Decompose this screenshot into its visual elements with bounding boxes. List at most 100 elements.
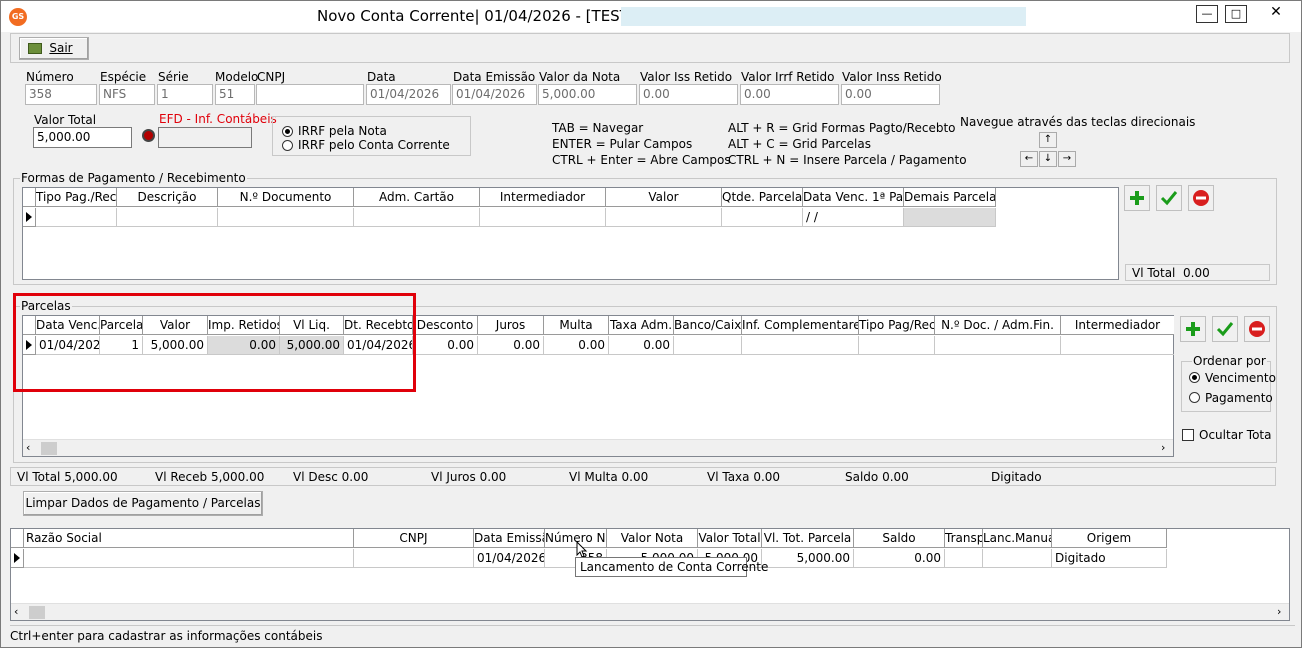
- formas-cell[interactable]: [722, 208, 803, 227]
- scroll-right-icon[interactable]: ›: [1277, 605, 1281, 618]
- data-emissao-field[interactable]: 01/04/2026: [452, 84, 537, 105]
- formas-cell[interactable]: [218, 208, 354, 227]
- arrow-down-icon[interactable]: ↓: [1039, 151, 1057, 167]
- arrow-up-icon[interactable]: ↑: [1039, 132, 1057, 148]
- formas-col-valor[interactable]: Valor: [606, 188, 722, 207]
- cnpj-field[interactable]: [256, 84, 364, 105]
- valor-iss-label: Valor Iss Retido: [640, 70, 733, 84]
- valor-inss-field[interactable]: 0.00: [841, 84, 940, 105]
- formas-col-data-venc[interactable]: Data Venc. 1ª Parc.: [803, 188, 904, 207]
- modelo-field[interactable]: 51: [215, 84, 255, 105]
- parcelas-col-banco-caixa[interactable]: Banco/Caixa: [674, 316, 742, 335]
- formas-add-button[interactable]: [1124, 185, 1150, 211]
- parcelas-remove-button[interactable]: [1244, 316, 1270, 342]
- formas-cell[interactable]: [480, 208, 606, 227]
- valor-total-field[interactable]: 5,000.00: [33, 127, 132, 148]
- formas-grid[interactable]: Tipo Pag./Rec. Descrição N.º Documento A…: [22, 187, 1119, 280]
- nav-keys-title: Navegue através das teclas direcionais: [960, 115, 1196, 129]
- valor-total-label: Valor Total: [34, 113, 97, 127]
- nf-cell-transp[interactable]: [945, 549, 983, 568]
- formas-confirm-button[interactable]: [1156, 185, 1182, 211]
- formas-cell-date[interactable]: / /: [803, 208, 904, 227]
- nf-cell-razao[interactable]: [24, 549, 354, 568]
- ordenar-vencimento-radio[interactable]: [1189, 372, 1200, 383]
- efd-target-icon[interactable]: [142, 129, 155, 142]
- numero-field[interactable]: 358: [25, 84, 97, 105]
- parcelas-cell-intermediador[interactable]: [1061, 336, 1174, 355]
- nf-col-saldo[interactable]: Saldo: [854, 529, 945, 548]
- formas-cell[interactable]: [117, 208, 218, 227]
- parcelas-cell-desconto[interactable]: 0.00: [413, 336, 478, 355]
- maximize-button[interactable]: □: [1225, 5, 1247, 23]
- scroll-left-icon[interactable]: ‹: [14, 605, 18, 618]
- nf-col-valor-total[interactable]: Valor Total: [698, 529, 762, 548]
- nf-col-vl-tot-parcela[interactable]: Vl. Tot. Parcela: [762, 529, 854, 548]
- formas-cell[interactable]: [36, 208, 117, 227]
- nf-cell-vl-tot-parcela[interactable]: 5,000.00: [762, 549, 854, 568]
- parcelas-cell-multa[interactable]: 0.00: [544, 336, 609, 355]
- nf-col-data-emissao[interactable]: Data Emissão: [474, 529, 545, 548]
- parcelas-cell-taxa-adm[interactable]: 0.00: [609, 336, 674, 355]
- parcelas-cell-juros[interactable]: 0.00: [478, 336, 544, 355]
- arrow-left-icon[interactable]: ←: [1020, 151, 1038, 167]
- formas-col-qtde[interactable]: Qtde. Parcelas: [722, 188, 803, 207]
- irrf-nota-radio[interactable]: [282, 126, 293, 137]
- formas-col-demais[interactable]: Demais Parcelas: [904, 188, 996, 207]
- nf-col-razao[interactable]: Razão Social: [24, 529, 354, 548]
- parcelas-col-taxa-adm[interactable]: Taxa Adm.: [609, 316, 674, 335]
- especie-field[interactable]: NFS: [99, 84, 155, 105]
- parcelas-col-tipo-pag[interactable]: Tipo Pag/Rec: [859, 316, 935, 335]
- nf-cell-origem[interactable]: Digitado: [1052, 549, 1167, 568]
- formas-col-intermediador[interactable]: Intermediador: [480, 188, 606, 207]
- parcelas-col-intermediador[interactable]: Intermediador: [1061, 316, 1174, 335]
- nf-col-cnpj[interactable]: CNPJ: [354, 529, 474, 548]
- scroll-left-icon[interactable]: ‹: [26, 441, 30, 454]
- parcelas-col-juros[interactable]: Juros: [478, 316, 544, 335]
- nf-cell-saldo[interactable]: 0.00: [854, 549, 945, 568]
- scroll-thumb[interactable]: [41, 442, 57, 455]
- nf-col-valor-nota[interactable]: Valor Nota: [607, 529, 698, 548]
- minimize-button[interactable]: —: [1196, 5, 1218, 23]
- parcelas-col-desconto[interactable]: Desconto: [413, 316, 478, 335]
- efd-field[interactable]: [158, 127, 252, 148]
- formas-col-adm-cartao[interactable]: Adm. Cartão: [354, 188, 480, 207]
- formas-col-tipo[interactable]: Tipo Pag./Rec.: [36, 188, 117, 207]
- formas-col-documento[interactable]: N.º Documento: [218, 188, 354, 207]
- ordenar-pagamento-radio[interactable]: [1189, 392, 1200, 403]
- irrf-conta-radio[interactable]: [282, 140, 293, 151]
- nf-col-origem[interactable]: Origem: [1052, 529, 1167, 548]
- close-button[interactable]: ✕: [1257, 5, 1295, 23]
- data-field[interactable]: 01/04/2026: [366, 84, 451, 105]
- valor-irrf-field[interactable]: 0.00: [740, 84, 839, 105]
- formas-cell-demais[interactable]: [904, 208, 996, 227]
- nf-col-lanc-manual[interactable]: Lanc.Manual: [983, 529, 1052, 548]
- valor-iss-field[interactable]: 0.00: [639, 84, 738, 105]
- parcelas-col-doc-adm[interactable]: N.º Doc. / Adm.Fin.: [935, 316, 1061, 335]
- parcelas-cell-banco[interactable]: [674, 336, 742, 355]
- serie-field[interactable]: 1: [157, 84, 213, 105]
- parcelas-cell-tipo[interactable]: [859, 336, 935, 355]
- nf-cell-cnpj[interactable]: [354, 549, 474, 568]
- ocultar-totais-checkbox[interactable]: [1182, 429, 1194, 441]
- valor-nota-field[interactable]: 5,000.00: [538, 84, 637, 105]
- arrow-right-icon[interactable]: →: [1058, 151, 1076, 167]
- parcelas-hscrollbar[interactable]: ‹ ›: [23, 439, 1173, 456]
- parcelas-add-button[interactable]: [1180, 316, 1206, 342]
- formas-cell[interactable]: [354, 208, 480, 227]
- scroll-right-icon[interactable]: ›: [1161, 441, 1165, 454]
- parcelas-cell-inf[interactable]: [742, 336, 859, 355]
- scroll-thumb[interactable]: [29, 606, 45, 619]
- nf-cell-lanc-manual[interactable]: [983, 549, 1052, 568]
- parcelas-col-multa[interactable]: Multa: [544, 316, 609, 335]
- nf-hscrollbar[interactable]: ‹ ›: [11, 603, 1289, 620]
- nf-col-transp[interactable]: Transp: [945, 529, 983, 548]
- exit-button[interactable]: Sair: [19, 37, 89, 60]
- parcelas-confirm-button[interactable]: [1212, 316, 1238, 342]
- parcelas-col-inf-complementares[interactable]: Inf. Complementares: [742, 316, 859, 335]
- formas-cell[interactable]: [606, 208, 722, 227]
- parcelas-cell-doc[interactable]: [935, 336, 1061, 355]
- nf-cell-data-emissao[interactable]: 01/04/2026: [474, 549, 545, 568]
- formas-col-descricao[interactable]: Descrição: [117, 188, 218, 207]
- clear-payment-button[interactable]: Limpar Dados de Pagamento / Parcelas: [23, 491, 263, 516]
- formas-remove-button[interactable]: [1188, 185, 1214, 211]
